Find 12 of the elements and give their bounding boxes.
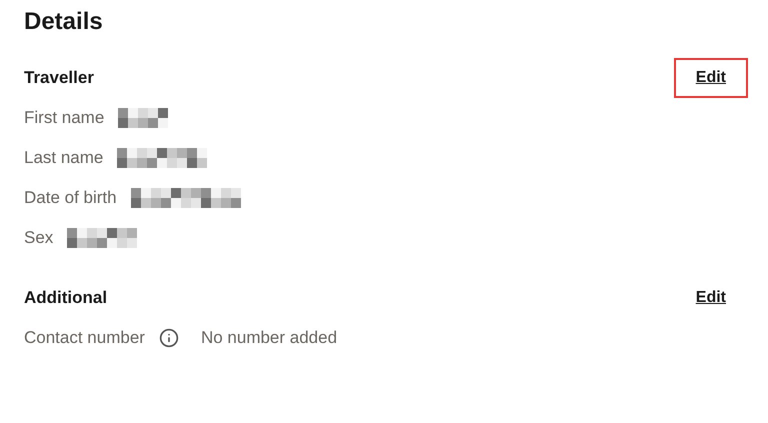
field-label: Contact number	[24, 327, 145, 350]
field-label: First name	[24, 107, 104, 130]
section-heading: Traveller	[24, 67, 94, 90]
edit-link[interactable]: Edit	[696, 69, 726, 86]
section-heading: Additional	[24, 287, 108, 310]
field-label: Last name	[24, 147, 104, 170]
field-label: Sex	[24, 227, 54, 250]
edit-link[interactable]: Edit	[696, 289, 726, 306]
field-label: Date of birth	[24, 187, 117, 210]
page-title: Details	[24, 7, 103, 37]
info-icon[interactable]	[158, 328, 179, 348]
field-value: No number added	[200, 327, 338, 350]
